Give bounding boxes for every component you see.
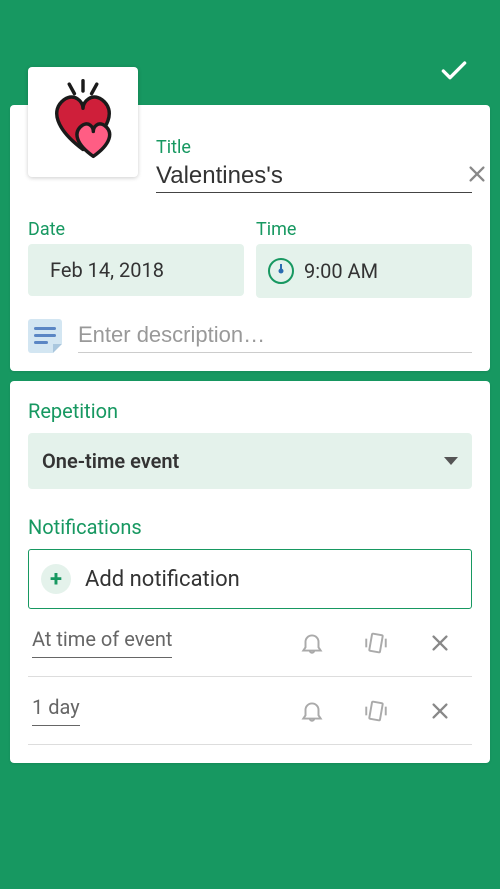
time-label: Time <box>256 219 472 240</box>
notification-vibrate-toggle[interactable] <box>348 698 404 724</box>
repetition-select[interactable]: One-time event <box>28 433 472 489</box>
date-picker[interactable]: Feb 14, 2018 <box>28 244 244 296</box>
time-picker[interactable]: 9:00 AM <box>256 244 472 298</box>
clock-icon <box>268 258 294 284</box>
notification-row: At time of event <box>28 609 472 677</box>
notification-time-select[interactable]: At time of event <box>32 627 276 658</box>
notification-bell-toggle[interactable] <box>284 630 340 656</box>
notifications-label: Notifications <box>28 515 472 539</box>
title-label: Title <box>156 137 472 158</box>
notification-time-select[interactable]: 1 day <box>32 695 276 726</box>
repetition-label: Repetition <box>28 399 472 423</box>
notification-row: 1 day <box>28 677 472 745</box>
add-notification-button[interactable]: + Add notification <box>28 549 472 609</box>
event-details-card: Title Date Feb 14, 2018 Time 9:00 AM <box>10 105 490 371</box>
clear-title-button[interactable] <box>466 163 488 189</box>
time-value: 9:00 AM <box>304 259 378 283</box>
confirm-save-button[interactable] <box>438 55 470 91</box>
repetition-value: One-time event <box>42 449 179 473</box>
description-input[interactable] <box>78 318 472 353</box>
add-notification-label: Add notification <box>85 567 240 592</box>
date-value: Feb 14, 2018 <box>50 258 164 282</box>
notification-vibrate-toggle[interactable] <box>348 630 404 656</box>
chevron-down-icon <box>444 457 458 465</box>
notification-delete-button[interactable] <box>412 700 468 722</box>
description-icon <box>28 319 62 353</box>
repetition-notifications-card: Repetition One-time event Notifications … <box>10 381 490 763</box>
date-label: Date <box>28 219 244 240</box>
notification-delete-button[interactable] <box>412 632 468 654</box>
plus-icon: + <box>41 564 71 594</box>
event-icon-picker[interactable] <box>28 67 138 177</box>
title-input[interactable] <box>156 162 466 190</box>
hearts-icon <box>40 79 126 165</box>
notification-bell-toggle[interactable] <box>284 698 340 724</box>
